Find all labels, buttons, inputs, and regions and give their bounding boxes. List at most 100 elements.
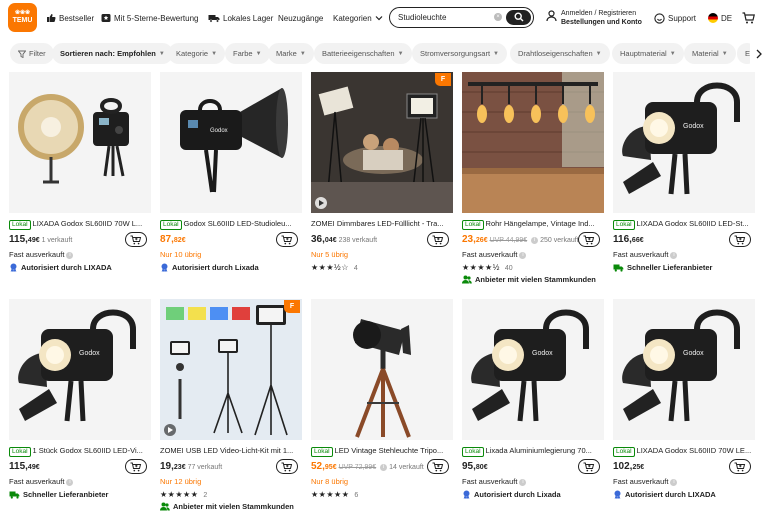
temu-logo[interactable]: ❀❀❀ TEMU bbox=[8, 3, 37, 32]
rating: ★★★½☆ 4 bbox=[311, 263, 358, 272]
product-price: 115,49€ bbox=[9, 461, 40, 472]
logo-mark: ❀❀❀ bbox=[14, 10, 31, 16]
filter-chip-brand[interactable]: Marke ▼ bbox=[268, 43, 314, 64]
add-to-cart-button[interactable] bbox=[729, 459, 751, 474]
nav-five-star[interactable]: Mit 5-Sterne-Bewertung bbox=[101, 0, 198, 36]
price-integer: 102, bbox=[613, 461, 633, 472]
product-price: 23,26€ bbox=[462, 234, 488, 245]
search-bar: Studioleuchte × bbox=[389, 7, 534, 28]
filter-chip-wireless[interactable]: Drahtloseigenschaften ▼ bbox=[510, 43, 610, 64]
filter-funnel-icon bbox=[18, 50, 26, 58]
stock-text: Fast ausverkauft bbox=[9, 250, 65, 259]
product-title[interactable]: Lokal Lixada Aluminiumlegierung 70... bbox=[462, 446, 604, 457]
filter-chip-color[interactable]: Farbe ▼ bbox=[225, 43, 270, 64]
add-to-cart-button[interactable] bbox=[125, 459, 147, 474]
filter-chip-battery[interactable]: Batterieeigenschaften ▼ bbox=[314, 43, 412, 64]
cart-plus-icon bbox=[432, 462, 444, 471]
cart-button[interactable] bbox=[742, 0, 758, 36]
chevron-down-icon: ▼ bbox=[721, 50, 728, 57]
account-menu[interactable]: Anmelden / Registrieren Bestellungen und… bbox=[546, 9, 642, 27]
truck-icon bbox=[208, 15, 220, 23]
product-title[interactable]: Lokal LIXADA Godox SL60IID 70W L... bbox=[9, 219, 151, 230]
product-image[interactable] bbox=[9, 72, 151, 213]
info-icon[interactable]: i bbox=[670, 251, 678, 259]
local-badge: Lokal bbox=[160, 220, 182, 230]
info-icon[interactable]: i bbox=[531, 236, 539, 244]
search-input[interactable]: Studioleuchte bbox=[398, 13, 446, 22]
user-icon bbox=[546, 10, 557, 22]
add-to-cart-button[interactable] bbox=[125, 232, 147, 247]
local-badge: Lokal bbox=[613, 447, 635, 457]
product-image[interactable]: Godox bbox=[613, 299, 755, 440]
seller-badge-text: Autorisiert durch LIXADA bbox=[21, 263, 112, 272]
star-rating: ★★★★★ bbox=[311, 490, 350, 499]
stock-text: Fast ausverkauft bbox=[613, 250, 669, 259]
info-icon[interactable]: i bbox=[66, 251, 74, 259]
seller-badge: Autorisiert durch Lixada bbox=[160, 263, 259, 272]
price-currency: € bbox=[483, 464, 488, 471]
product-image[interactable]: Godox bbox=[160, 72, 302, 213]
filter-chip-category[interactable]: Kategorie ▼ bbox=[168, 43, 226, 64]
info-icon[interactable]: i bbox=[519, 251, 527, 259]
sort-dropdown[interactable]: Sortieren nach: Empfohlen ▼ bbox=[52, 43, 173, 64]
chevron-down-icon: ▼ bbox=[595, 50, 602, 57]
product-title[interactable]: Lokal LIXADA Godox SL60IID LED-St... bbox=[613, 219, 755, 230]
info-icon[interactable]: i bbox=[66, 478, 74, 486]
nav-categories[interactable]: Kategorien bbox=[333, 0, 386, 36]
add-to-cart-button[interactable] bbox=[276, 232, 298, 247]
product-title-text: Godox SL60IID LED-Studioleu... bbox=[183, 219, 292, 228]
product-title[interactable]: Lokal LIXADA Godox SL60IID 70W LE... bbox=[613, 446, 755, 457]
language-selector[interactable]: DE bbox=[708, 0, 732, 36]
account-orders-text: Bestellungen und Konto bbox=[561, 19, 642, 26]
product-image[interactable]: Godox bbox=[462, 299, 604, 440]
nav-bestseller[interactable]: Bestseller bbox=[46, 0, 94, 36]
product-image[interactable]: F bbox=[160, 299, 302, 440]
product-image[interactable]: F bbox=[311, 72, 453, 213]
price-decimal: 80 bbox=[475, 464, 484, 471]
info-icon[interactable]: i bbox=[519, 478, 527, 486]
clear-search-icon[interactable]: × bbox=[494, 13, 502, 21]
add-to-cart-button[interactable] bbox=[427, 459, 449, 474]
product-title-text: Lixada Aluminiumlegierung 70... bbox=[485, 446, 592, 455]
product-image[interactable] bbox=[462, 72, 604, 213]
product-title[interactable]: ZOMEI USB LED Video-Licht-Kit mit 1... bbox=[160, 446, 302, 455]
price-currency: € bbox=[181, 237, 186, 244]
cart-plus-icon bbox=[130, 462, 142, 471]
stock-text: Nur 8 übrig bbox=[311, 477, 349, 486]
nav-new-arrivals[interactable]: Neuzugänge bbox=[278, 0, 323, 36]
product-price: 95,80€ bbox=[462, 461, 488, 472]
add-to-cart-button[interactable] bbox=[729, 232, 751, 247]
filter-chip-material[interactable]: Material ▼ bbox=[684, 43, 736, 64]
product-title[interactable]: Lokal LED Vintage Stehleuchte Tripo... bbox=[311, 446, 453, 457]
product-title[interactable]: Lokal Godox SL60IID LED-Studioleu... bbox=[160, 219, 302, 230]
add-to-cart-button[interactable] bbox=[276, 459, 298, 474]
add-to-cart-button[interactable] bbox=[578, 459, 600, 474]
stock-text: Nur 12 übrig bbox=[160, 477, 202, 486]
support-chat-icon bbox=[654, 12, 665, 24]
info-icon[interactable]: i bbox=[380, 463, 388, 471]
filter-label: Filter bbox=[29, 49, 46, 58]
price-integer: 19, bbox=[160, 461, 174, 472]
info-icon[interactable]: i bbox=[670, 478, 678, 486]
authorized-badge-icon bbox=[614, 490, 621, 499]
support-link[interactable]: Support bbox=[654, 0, 696, 36]
add-to-cart-button[interactable] bbox=[427, 232, 449, 247]
price-currency: € bbox=[639, 237, 644, 244]
rating: ★★★★½ 40 bbox=[462, 263, 513, 272]
product-title[interactable]: Lokal 1 Stück Godox SL60IID LED-Vi... bbox=[9, 446, 151, 457]
product-title[interactable]: ZOMEI Dimmbares LED-Fülllicht - Tra... bbox=[311, 219, 453, 228]
add-to-cart-button[interactable] bbox=[578, 232, 600, 247]
product-image[interactable] bbox=[311, 299, 453, 440]
filter-chip-main-material[interactable]: Hauptmaterial ▼ bbox=[612, 43, 684, 64]
product-image[interactable]: Godox bbox=[613, 72, 755, 213]
nav-local-warehouse[interactable]: Lokales Lager bbox=[208, 0, 273, 36]
chevron-right-icon bbox=[756, 49, 762, 58]
filter-chip-power-supply[interactable]: Stromversorgungsart ▼ bbox=[412, 43, 507, 64]
filter-button[interactable]: Filter bbox=[10, 43, 54, 64]
product-title[interactable]: Lokal Rohr Hängelampe, Vintage Ind... bbox=[462, 219, 604, 230]
scroll-filters-right-button[interactable] bbox=[750, 43, 768, 64]
product-image[interactable]: Godox bbox=[9, 299, 151, 440]
svg-text:Godox: Godox bbox=[79, 350, 100, 357]
stock-text: Nur 5 übrig bbox=[311, 250, 349, 259]
search-button[interactable] bbox=[506, 9, 531, 25]
